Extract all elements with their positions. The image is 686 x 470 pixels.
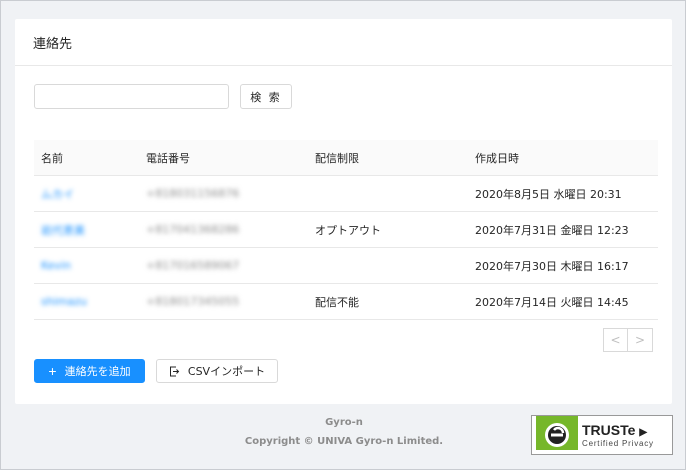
import-icon (169, 366, 180, 377)
contact-name-link[interactable]: ムカイ (41, 188, 74, 201)
contact-phone: +817016589067 (146, 259, 240, 272)
truste-title: TRUSTe ▶ (582, 421, 648, 438)
contact-created: 2020年7月14日 火曜日 14:45 (475, 295, 629, 309)
contact-phone: +818017345055 (146, 295, 240, 308)
page-title: 連絡先 (33, 36, 73, 52)
contact-restriction: オプトアウト (315, 223, 381, 237)
contact-phone: +818031156876 (146, 187, 240, 200)
truste-seal[interactable]: TRUSTe ▶ Certified Privacy (531, 415, 673, 455)
add-contact-button[interactable]: + 連絡先を追加 (34, 359, 145, 383)
chevron-left-icon: < (610, 333, 621, 347)
search-row: 検 索 (34, 84, 292, 109)
contact-created: 2020年8月5日 水曜日 20:31 (475, 187, 622, 201)
csv-import-label: CSVインポート (187, 365, 266, 378)
table-row: Kevin +817016589067 2020年7月30日 木曜日 16:17 (34, 248, 658, 284)
contacts-card: 連絡先 検 索 名前 電話番号 配信制限 作成日時 ムカイ +818031156… (15, 19, 672, 404)
column-header-restriction[interactable]: 配信制限 (315, 150, 475, 166)
truste-subtitle: Certified Privacy (582, 438, 654, 448)
column-header-phone[interactable]: 電話番号 (146, 150, 315, 166)
table-row: shimazu +818017345055 配信不能 2020年7月14日 火曜… (34, 284, 658, 320)
truste-text: TRUSTe ▶ Certified Privacy (582, 423, 654, 448)
plus-icon: + (48, 363, 57, 379)
column-header-name[interactable]: 名前 (34, 150, 146, 166)
table-header: 名前 電話番号 配信制限 作成日時 (34, 140, 658, 176)
contact-restriction: 配信不能 (315, 295, 359, 309)
search-button[interactable]: 検 索 (240, 84, 292, 109)
chevron-right-icon: > (634, 333, 646, 347)
pagination: < > (603, 328, 653, 352)
pagination-prev-button[interactable]: < (603, 328, 628, 352)
contacts-table: 名前 電話番号 配信制限 作成日時 ムカイ +818031156876 2020… (34, 140, 658, 320)
table-row: ムカイ +818031156876 2020年8月5日 水曜日 20:31 (34, 176, 658, 212)
search-input[interactable] (34, 84, 229, 109)
table-row: 岩代恵美 +817041368286 オプトアウト 2020年7月31日 金曜日… (34, 212, 658, 248)
csv-import-button[interactable]: CSVインポート (156, 359, 278, 383)
contact-name-link[interactable]: Kevin (41, 259, 71, 272)
add-contact-label: 連絡先を追加 (64, 366, 131, 378)
action-buttons: + 連絡先を追加 CSVインポート (34, 359, 278, 383)
column-header-created[interactable]: 作成日時 (475, 150, 658, 166)
contact-name-link[interactable]: 岩代恵美 (41, 224, 85, 237)
contact-created: 2020年7月30日 木曜日 16:17 (475, 259, 629, 273)
contact-name-link[interactable]: shimazu (41, 295, 87, 308)
card-header: 連絡先 (15, 19, 672, 66)
truste-logo-icon (536, 416, 578, 454)
contact-created: 2020年7月31日 金曜日 12:23 (475, 223, 629, 237)
contact-phone: +817041368286 (146, 223, 240, 236)
pagination-next-button[interactable]: > (628, 328, 653, 352)
